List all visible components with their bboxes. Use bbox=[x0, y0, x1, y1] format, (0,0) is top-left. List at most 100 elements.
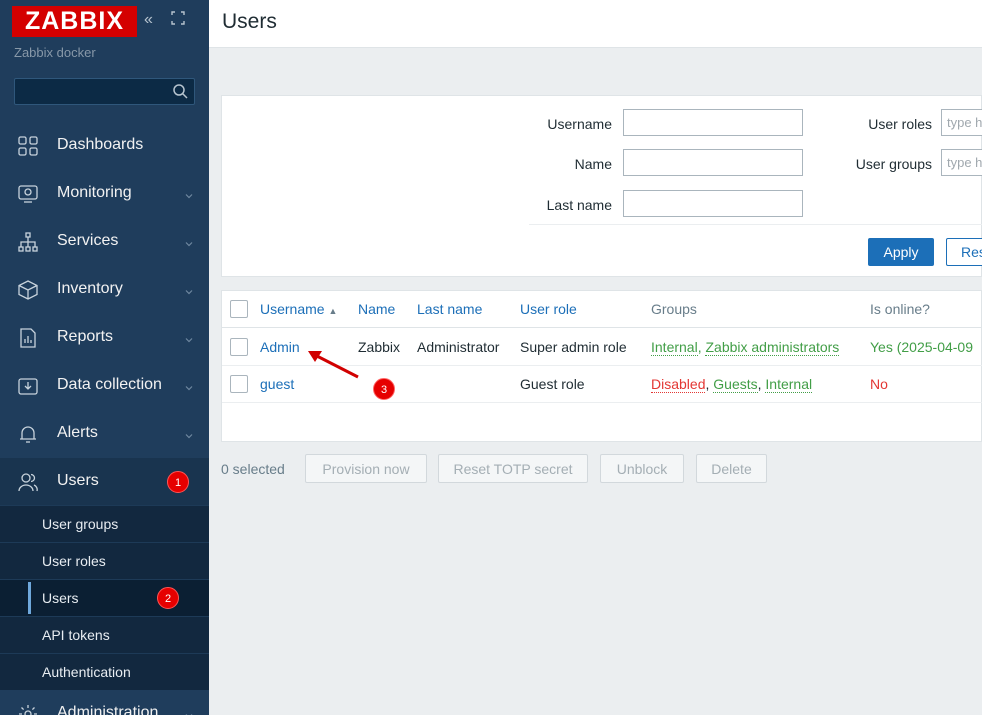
annotation-badge-1: 1 bbox=[167, 471, 189, 493]
groups-cell: Internal, Zabbix administrators bbox=[651, 339, 840, 356]
sort-ascending-icon: ▲ bbox=[328, 306, 338, 316]
group-link[interactable]: Guests bbox=[713, 376, 758, 393]
column-header-username[interactable]: Username ▲ bbox=[260, 301, 337, 317]
nav-item-dashboards[interactable]: Dashboards bbox=[0, 122, 209, 170]
username-filter-input[interactable] bbox=[623, 109, 803, 136]
main-nav: Dashboards Monitoring Services Inventory… bbox=[0, 122, 209, 506]
select-all-checkbox[interactable] bbox=[230, 300, 248, 318]
delete-button[interactable]: Delete bbox=[696, 454, 767, 483]
nav-item-monitoring[interactable]: Monitoring bbox=[0, 170, 209, 218]
subnav-item-authentication[interactable]: Authentication bbox=[0, 653, 209, 690]
subnav-item-api-tokens[interactable]: API tokens bbox=[0, 616, 209, 653]
subnav-label: Users bbox=[42, 590, 79, 606]
group-link[interactable]: Internal bbox=[651, 339, 698, 356]
reset-totp-secret-button[interactable]: Reset TOTP secret bbox=[438, 454, 588, 483]
column-header-last-name[interactable]: Last name bbox=[417, 301, 482, 317]
inventory-icon bbox=[18, 280, 38, 300]
chevron-down-icon bbox=[184, 708, 194, 715]
username-label: Username bbox=[547, 116, 612, 132]
lastname-label: Last name bbox=[546, 197, 612, 213]
nav-item-reports[interactable]: Reports bbox=[0, 314, 209, 362]
header-divider bbox=[222, 327, 982, 328]
zabbix-logo[interactable]: ZABBIX bbox=[12, 6, 137, 37]
selected-count: 0 selected bbox=[221, 461, 285, 477]
nav-label: Dashboards bbox=[57, 136, 144, 153]
data-collection-icon bbox=[18, 376, 38, 396]
bulk-actions: 0 selected Provision now Reset TOTP secr… bbox=[221, 454, 921, 484]
user-roles-filter-input[interactable] bbox=[941, 109, 982, 136]
subnav-item-user-roles[interactable]: User roles bbox=[0, 542, 209, 579]
user-role-cell: Super admin role bbox=[520, 339, 627, 355]
lastname-filter-input[interactable] bbox=[623, 190, 803, 217]
sidebar-search-input[interactable] bbox=[14, 78, 195, 105]
subnav-item-users[interactable]: Users 2 bbox=[0, 579, 209, 616]
nav-label: Alerts bbox=[57, 424, 98, 441]
row-checkbox[interactable] bbox=[230, 338, 248, 356]
chevron-down-icon bbox=[184, 284, 194, 295]
group-link[interactable]: Internal bbox=[765, 376, 813, 393]
user-role-cell: Guest role bbox=[520, 376, 585, 392]
reset-button[interactable]: Reset bbox=[946, 238, 982, 266]
subnav-label: User groups bbox=[42, 516, 119, 532]
kiosk-mode-icon[interactable] bbox=[170, 10, 190, 30]
provision-now-button[interactable]: Provision now bbox=[305, 454, 427, 483]
nav-item-data-collection[interactable]: Data collection bbox=[0, 362, 209, 410]
user-groups-filter-input[interactable] bbox=[941, 149, 982, 176]
subnav-label: API tokens bbox=[42, 627, 110, 643]
alerts-icon bbox=[18, 424, 38, 444]
nav-label: Inventory bbox=[57, 280, 123, 297]
unblock-button[interactable]: Unblock bbox=[600, 454, 684, 483]
nav-label: Administration bbox=[57, 704, 159, 715]
users-icon bbox=[18, 472, 38, 492]
collapse-sidebar-icon[interactable]: « bbox=[144, 10, 164, 30]
nav-label: Users bbox=[57, 472, 99, 489]
group-status-link[interactable]: Disabled bbox=[651, 376, 706, 393]
nav-item-users[interactable]: Users 1 bbox=[0, 458, 209, 506]
nav-label: Data collection bbox=[57, 376, 162, 393]
chevron-down-icon bbox=[184, 380, 194, 391]
row-divider bbox=[222, 402, 982, 403]
groups-cell: Disabled, Guests, Internal bbox=[651, 376, 813, 393]
sidebar: ZABBIX « Zabbix docker Dashboards Monito… bbox=[0, 0, 209, 715]
chevron-down-icon bbox=[184, 332, 194, 343]
online-status: Yes (2025-04-09 bbox=[870, 339, 974, 355]
chevron-down-icon bbox=[184, 236, 194, 247]
last-name-cell: Administrator bbox=[417, 339, 500, 355]
column-header-name[interactable]: Name bbox=[358, 301, 395, 317]
filter-divider bbox=[529, 224, 982, 225]
name-filter-input[interactable] bbox=[623, 149, 803, 176]
subnav-item-user-groups[interactable]: User groups bbox=[0, 505, 209, 542]
apply-button[interactable]: Apply bbox=[868, 238, 934, 266]
filter-panel: Username Name Last name User roles User … bbox=[221, 95, 982, 277]
user-groups-label: User groups bbox=[855, 156, 932, 172]
column-header-is-online: Is online? bbox=[870, 301, 930, 317]
annotation-badge-2: 2 bbox=[157, 587, 179, 609]
group-link[interactable]: Zabbix administrators bbox=[705, 339, 840, 356]
search-icon bbox=[172, 83, 188, 99]
username-link[interactable]: Admin bbox=[260, 339, 300, 355]
services-icon bbox=[18, 232, 38, 252]
page-header: Users bbox=[209, 0, 982, 48]
administration-icon bbox=[18, 704, 38, 715]
online-status: No bbox=[870, 376, 888, 392]
user-roles-label: User roles bbox=[868, 116, 932, 132]
page-title: Users bbox=[222, 10, 277, 33]
monitoring-icon bbox=[18, 184, 38, 204]
username-link[interactable]: guest bbox=[260, 376, 294, 392]
chevron-down-icon bbox=[184, 428, 194, 439]
nav-item-administration[interactable]: Administration bbox=[0, 690, 209, 715]
dashboards-icon bbox=[18, 136, 38, 156]
nav-item-alerts[interactable]: Alerts bbox=[0, 410, 209, 458]
subnav-label: Authentication bbox=[42, 664, 131, 680]
chevron-down-icon bbox=[184, 188, 194, 199]
nav-item-services[interactable]: Services bbox=[0, 218, 209, 266]
subnav-label: User roles bbox=[42, 553, 106, 569]
nav-item-inventory[interactable]: Inventory bbox=[0, 266, 209, 314]
column-header-user-role[interactable]: User role bbox=[520, 301, 577, 317]
reports-icon bbox=[18, 328, 38, 348]
server-name: Zabbix docker bbox=[14, 45, 96, 60]
row-checkbox[interactable] bbox=[230, 375, 248, 393]
users-subnav: User groups User roles Users 2 API token… bbox=[0, 505, 209, 690]
annotation-badge-3: 3 bbox=[373, 378, 395, 400]
nav-label: Monitoring bbox=[57, 184, 132, 201]
